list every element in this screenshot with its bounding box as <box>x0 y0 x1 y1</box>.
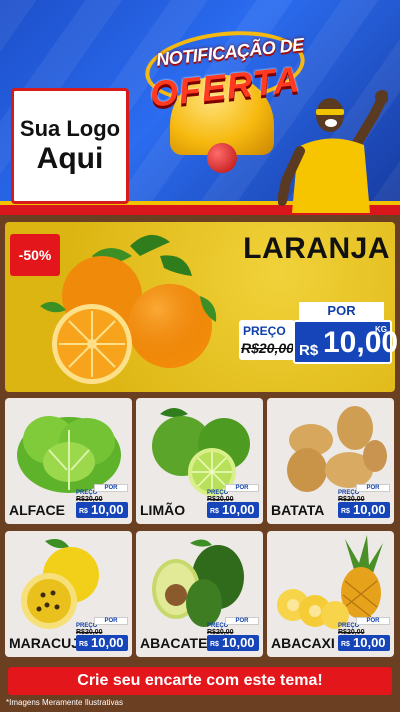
por-label: POR <box>94 617 128 625</box>
price-tag: PREÇO R$20,00 POR R$ 10,00 <box>338 617 390 651</box>
featured-price-tag: POR PREÇO R$20,00 R$ 10,00 KG <box>239 302 398 368</box>
product-card-abacaxi[interactable]: ABACAXI PREÇO R$20,00 POR R$ 10,00 <box>267 531 394 657</box>
celebrating-man-image <box>278 90 388 213</box>
por-label: POR <box>225 484 259 492</box>
logo-placeholder[interactable]: Sua Logo Aqui <box>11 88 129 204</box>
product-card-alface[interactable]: ALFACE PREÇO R$20,00 POR R$ 10,00 <box>5 398 132 524</box>
old-price: R$20,00 <box>241 340 294 356</box>
new-price: 10,00 <box>222 502 255 517</box>
new-price: 10,00 <box>91 635 124 650</box>
new-price: 10,00 <box>91 502 124 517</box>
new-price: 10,00 <box>222 635 255 650</box>
price-tag: PREÇO R$20,00 POR R$ 10,00 <box>76 617 128 651</box>
currency-symbol: R$ <box>299 342 319 359</box>
new-price: 10,00 <box>353 635 386 650</box>
product-card-abacate[interactable]: ABACATE PREÇO R$20,00 POR R$ 10,00 <box>136 531 263 657</box>
cta-button[interactable]: Crie seu encarte com este tema! <box>8 667 392 695</box>
logo-line-2: Aqui <box>36 141 104 175</box>
currency-symbol: R$ <box>210 508 219 515</box>
logo-line-1: Sua Logo <box>19 116 121 142</box>
price-tag: PREÇO R$20,00 POR R$ 10,00 <box>207 484 259 518</box>
product-card-batata[interactable]: BATATA PREÇO R$20,00 POR R$ 10,00 <box>267 398 394 524</box>
product-card-limao[interactable]: LIMÃO PREÇO R$20,00 POR R$ 10,00 <box>136 398 263 524</box>
price-tag: PREÇO R$20,00 POR R$ 10,00 <box>338 484 390 518</box>
product-name: ABACATE <box>140 635 208 651</box>
disclaimer-text: *Imagens Meramente Ilustrativas <box>6 698 123 707</box>
por-label: POR <box>94 484 128 492</box>
currency-symbol: R$ <box>341 508 350 515</box>
currency-symbol: R$ <box>79 508 88 515</box>
currency-symbol: R$ <box>79 641 88 648</box>
por-label: POR <box>356 484 390 492</box>
product-name: ABACAXI <box>271 635 335 651</box>
product-name: BATATA <box>271 502 325 518</box>
por-label: POR <box>299 302 384 320</box>
discount-badge: -50% <box>10 234 60 276</box>
price-tag: PREÇO R$20,00 POR R$ 10,00 <box>76 484 128 518</box>
currency-symbol: R$ <box>341 641 350 648</box>
product-name: LIMÃO <box>140 502 186 518</box>
featured-product-name: LARANJA <box>243 232 390 265</box>
preco-label: PREÇO <box>243 324 286 338</box>
unit-label: KG <box>375 325 387 334</box>
por-label: POR <box>356 617 390 625</box>
product-card-maracuja[interactable]: MARACUJÁ PREÇO R$20,00 POR R$ 10,00 <box>5 531 132 657</box>
currency-symbol: R$ <box>210 641 219 648</box>
bell-clapper-icon <box>207 143 237 173</box>
product-name: ALFACE <box>9 502 65 518</box>
price-tag: PREÇO R$20,00 POR R$ 10,00 <box>207 617 259 651</box>
new-price: 10,00 <box>353 502 386 517</box>
por-label: POR <box>225 617 259 625</box>
